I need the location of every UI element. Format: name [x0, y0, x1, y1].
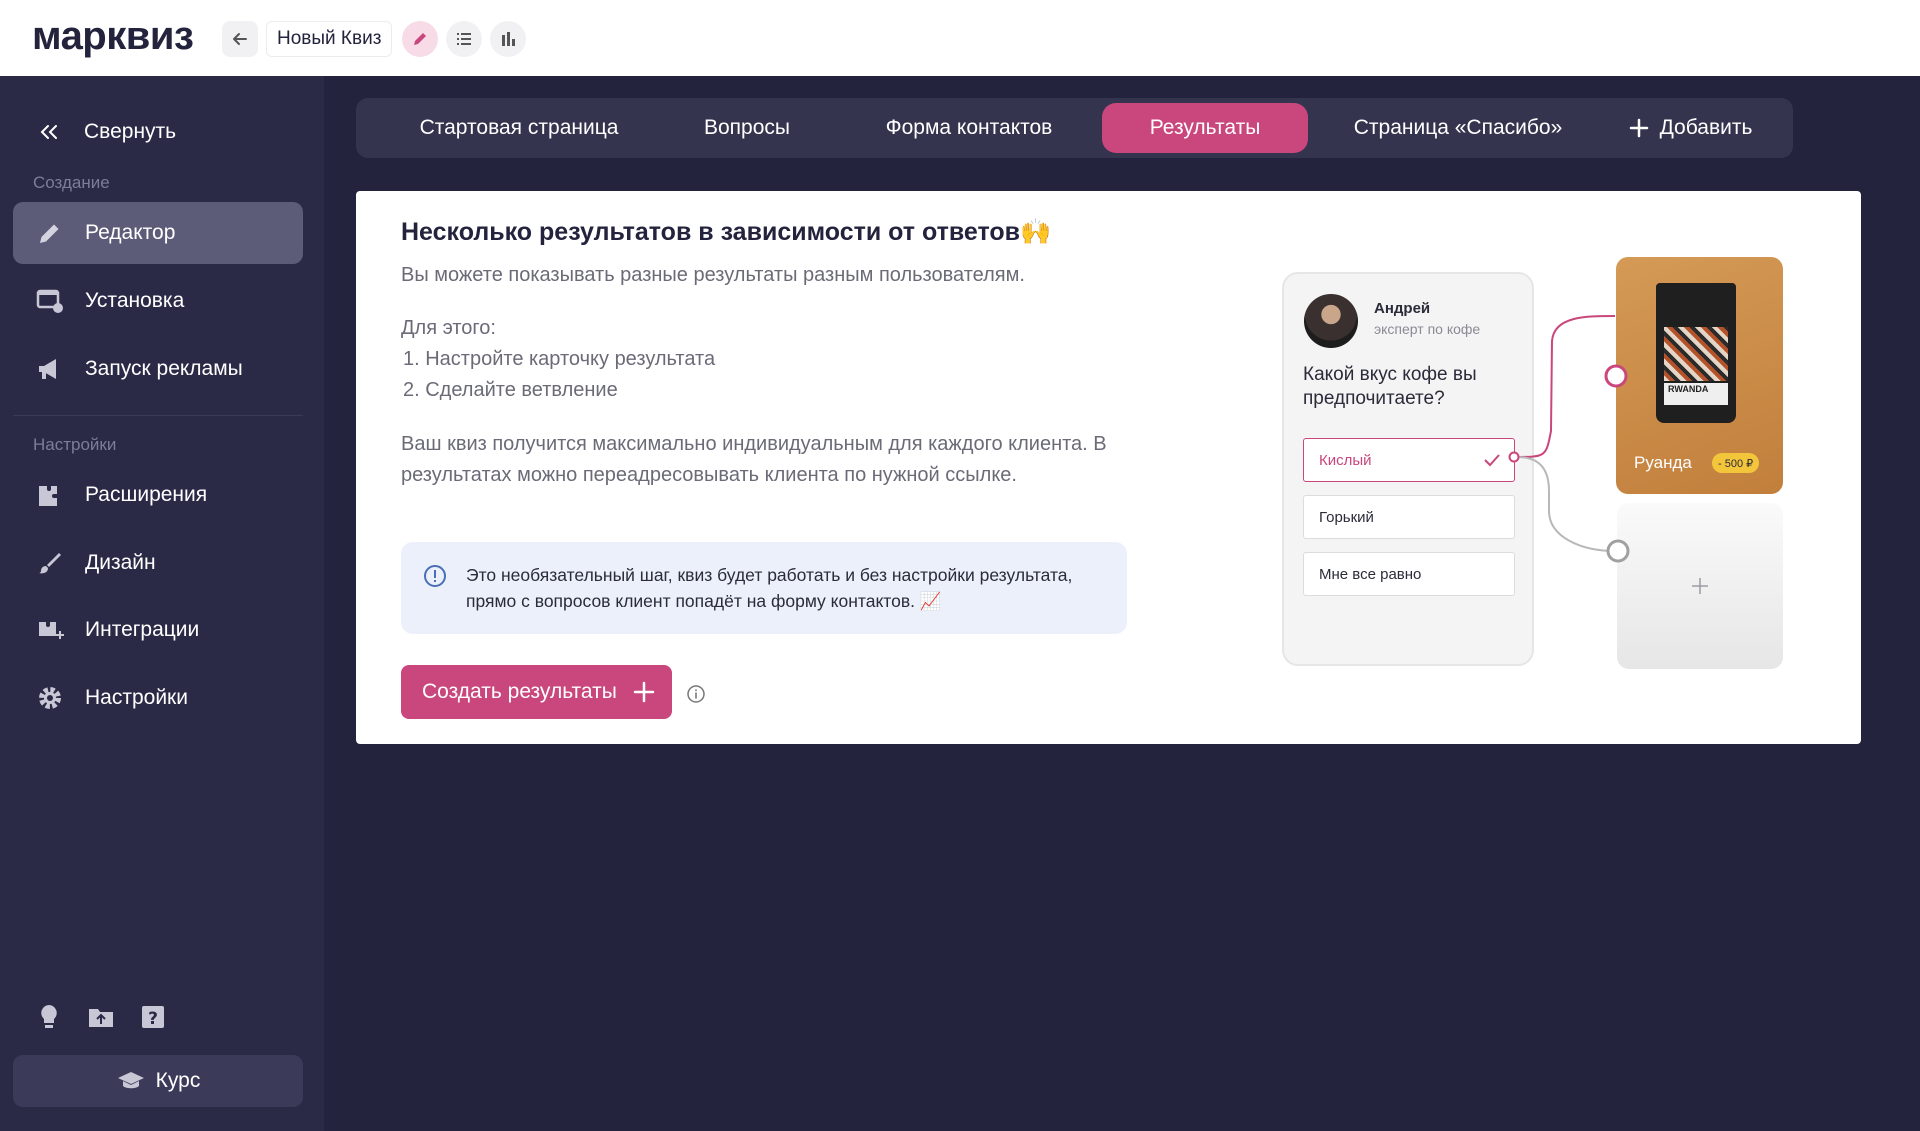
course-label: Курс: [155, 1069, 201, 1092]
section-settings-label: Настройки: [33, 435, 117, 454]
tab-results[interactable]: Результаты: [1102, 103, 1308, 153]
results-info-card: Несколько результатов в зависимости от о…: [356, 191, 1861, 744]
list-view-button[interactable]: [446, 21, 482, 57]
arrow-left-icon: [233, 33, 247, 45]
collapse-sidebar-button[interactable]: Свернуть: [34, 112, 176, 152]
integrations-icon: [35, 615, 65, 645]
course-button[interactable]: Курс: [13, 1055, 303, 1107]
install-icon: [35, 286, 65, 316]
sidebar-bottom-toolbar: ?: [34, 1002, 168, 1032]
double-chevron-left-icon: [34, 123, 64, 141]
sidebar-item-label: Настройки: [85, 686, 188, 709]
sidebar-item-label: Расширения: [85, 483, 208, 506]
logo[interactable]: марквиз: [32, 14, 194, 59]
collapse-label: Свернуть: [84, 120, 177, 143]
quiz-title[interactable]: Новый Квиз: [266, 21, 393, 57]
tab-contact-form[interactable]: Форма контактов: [854, 103, 1084, 153]
pencil-icon: [35, 218, 65, 248]
editor-tabs: Стартовая страница Вопросы Форма контакт…: [356, 98, 1793, 158]
plus-icon: [1629, 118, 1648, 138]
pencil-icon: [414, 33, 426, 45]
tab-start-page[interactable]: Стартовая страница: [378, 103, 660, 153]
sidebar-item-label: Запуск рекламы: [85, 357, 243, 380]
sidebar-item-editor[interactable]: Редактор: [13, 202, 303, 264]
tab-add-label: Добавить: [1659, 116, 1753, 139]
stats-button[interactable]: [490, 21, 526, 57]
gear-icon: [35, 683, 65, 713]
tab-thank-you-page[interactable]: Страница «Спасибо»: [1338, 103, 1578, 153]
tab-questions[interactable]: Вопросы: [672, 103, 822, 153]
sidebar-item-design[interactable]: Дизайн: [13, 532, 303, 594]
section-create-label: Создание: [33, 173, 110, 192]
sidebar-item-label: Дизайн: [85, 551, 156, 574]
edit-mode-button[interactable]: [402, 21, 438, 57]
graduation-cap-icon: [116, 1069, 146, 1093]
lightbulb-icon[interactable]: [34, 1002, 64, 1032]
list-icon: [457, 33, 471, 45]
sidebar-item-install[interactable]: Установка: [13, 270, 303, 332]
back-button[interactable]: [222, 21, 258, 57]
sidebar-item-ads[interactable]: Запуск рекламы: [13, 338, 303, 400]
tab-add[interactable]: Добавить: [1602, 103, 1778, 153]
svg-text:?: ?: [148, 1009, 158, 1029]
sidebar-item-label: Редактор: [85, 221, 176, 244]
sidebar: Свернуть Создание Редактор Установка Зап…: [0, 76, 324, 1131]
bar-chart-icon: [502, 32, 515, 46]
megaphone-icon: [35, 354, 65, 384]
folder-upload-icon[interactable]: [86, 1002, 116, 1032]
branch-connectors: [1508, 315, 1630, 563]
extensions-icon: [35, 480, 65, 510]
help-icon[interactable]: ?: [138, 1002, 168, 1032]
sidebar-item-integrations[interactable]: Интеграции: [13, 599, 303, 661]
sidebar-item-label: Установка: [85, 289, 185, 312]
sidebar-item-settings[interactable]: Настройки: [13, 667, 303, 729]
sidebar-item-label: Интеграции: [85, 618, 200, 641]
sidebar-divider: [13, 415, 303, 416]
sidebar-item-extensions[interactable]: Расширения: [13, 464, 303, 526]
brush-icon: [35, 548, 65, 578]
top-bar: марквиз Новый Квиз: [0, 0, 1920, 76]
